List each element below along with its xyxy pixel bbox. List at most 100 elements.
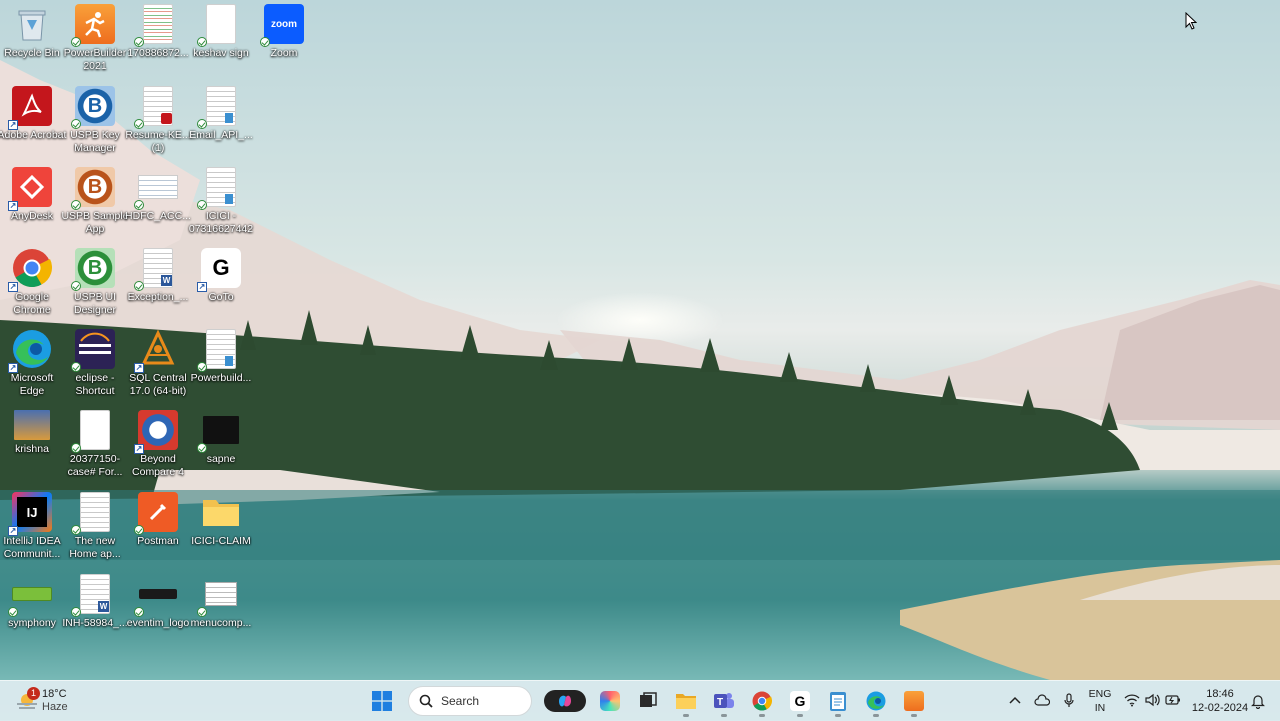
- sync-status-icon: [134, 607, 144, 617]
- battery-charging-icon[interactable]: [1165, 694, 1181, 706]
- postman-icon: [134, 492, 178, 535]
- desktop-icon-label: Zoom: [270, 47, 298, 59]
- desktop-icon-label: SQL Central 17.0 (64-bit): [129, 372, 187, 397]
- desktop-icon-label: Microsoft Edge: [10, 372, 54, 397]
- desktop-icon-goto[interactable]: G ↗ GoTo: [189, 248, 253, 304]
- desktop-icon-powerbuilder-2021[interactable]: PowerBuilder 2021: [63, 4, 127, 73]
- desktop-icon-zoom[interactable]: zoom Zoom: [252, 4, 316, 60]
- copilot-button[interactable]: [542, 685, 588, 717]
- notepad-taskbar-button[interactable]: [822, 685, 854, 717]
- sync-status-icon: [71, 200, 81, 210]
- desktop-icon-sapne[interactable]: sapne: [189, 410, 253, 466]
- chevron-up-icon[interactable]: [1009, 695, 1021, 705]
- desktop-icon-label: Beyond Compare 4: [132, 453, 184, 478]
- text-document-icon: [197, 86, 241, 129]
- text-document-icon: [197, 329, 241, 372]
- running-indicator: [797, 714, 803, 717]
- shortcut-arrow-icon: ↗: [8, 363, 18, 373]
- task-view-button[interactable]: [632, 685, 664, 717]
- sql-central-icon: ↗: [134, 329, 178, 373]
- desktop-icon-20377150-case[interactable]: 20377150-case# For...: [63, 410, 127, 479]
- desktop-icon-microsoft-edge[interactable]: ↗ Microsoft Edge: [0, 329, 64, 398]
- volume-icon[interactable]: [1145, 693, 1161, 707]
- desktop-icon-exception[interactable]: W Exception_...: [126, 248, 190, 304]
- sync-status-icon: [260, 37, 270, 47]
- word-document-icon: W: [134, 248, 178, 291]
- chrome-taskbar-button[interactable]: [746, 685, 778, 717]
- sync-status-icon: [134, 37, 144, 47]
- desktop-icon-krishna[interactable]: krishna: [0, 410, 64, 456]
- goto-taskbar-button[interactable]: G: [784, 685, 816, 717]
- desktop-icon-label: IntelliJ IDEA Communit...: [3, 535, 61, 560]
- taskbar-search-box[interactable]: Search: [408, 686, 532, 716]
- desktop-icon-label: USPB Key Manager: [70, 129, 120, 154]
- sync-status-icon: [134, 119, 144, 129]
- text-document-icon: [197, 167, 241, 210]
- desktop-icon-170886872[interactable]: 170886872...: [126, 4, 190, 60]
- desktop-icon-icici-07316627442[interactable]: ICICI - 07316627442: [189, 167, 253, 236]
- desktop-icon-icici-claim[interactable]: ICICI-CLAIM: [189, 492, 253, 548]
- chrome-icon: [752, 691, 772, 711]
- desktop-icon-recycle-bin[interactable]: Recycle Bin: [0, 4, 64, 60]
- windows-start-icon: [372, 691, 392, 711]
- desktop-icon-adobe-acrobat[interactable]: ↗ Adobe Acrobat: [0, 86, 66, 142]
- onedrive-cloud-icon[interactable]: [1034, 694, 1050, 706]
- desktop-icon-anydesk[interactable]: ↗ AnyDesk: [0, 167, 64, 223]
- desktop-icon-label: keshav sign: [193, 47, 249, 59]
- taskbar: 1 18°C Haze Search T G ENG IN 18:46 12-0…: [0, 680, 1280, 721]
- desktop-icon-hdfc-acc[interactable]: HDFC_ACC...: [125, 167, 191, 223]
- microphone-icon[interactable]: [1063, 693, 1075, 709]
- desktop-icon-google-chrome[interactable]: ↗ Google Chrome: [0, 248, 64, 317]
- sync-status-icon: [197, 607, 207, 617]
- desktop-icon-label: symphony: [8, 617, 56, 629]
- start-button[interactable]: [366, 685, 398, 717]
- desktop-icon-email-api[interactable]: Email_API_...: [189, 86, 253, 142]
- desktop-icon-keshav-sign[interactable]: keshav sign: [189, 4, 253, 60]
- desktop-icon-inh-58984[interactable]: W INH-58984_...: [62, 574, 128, 630]
- desktop-icon-uspb-key-manager[interactable]: B USPB Key Manager: [63, 86, 127, 155]
- photoshop-icon: [600, 691, 620, 711]
- desktop-icon-beyond-compare-4[interactable]: ↗ Beyond Compare 4: [126, 410, 190, 479]
- document-icon: [197, 4, 241, 47]
- desktop-icon-the-new-home-ap[interactable]: The new Home ap...: [63, 492, 127, 561]
- sync-status-icon: [71, 525, 81, 535]
- zoom-icon: zoom: [260, 4, 304, 47]
- sync-status-icon: [134, 281, 144, 291]
- image-thumbnail-icon: [134, 167, 178, 210]
- clock-date: 12-02-2024: [1191, 702, 1249, 714]
- desktop-icon-symphony[interactable]: symphony: [0, 574, 64, 630]
- desktop-icon-eventim-logo[interactable]: eventim_logo: [126, 574, 190, 630]
- notification-bell-icon[interactable]: [1251, 693, 1265, 709]
- desktop-icon-eclipse-shortcut[interactable]: eclipse - Shortcut: [63, 329, 127, 398]
- powerbuilder-taskbar-button[interactable]: [898, 685, 930, 717]
- shortcut-arrow-icon: ↗: [8, 120, 18, 130]
- desktop-icon-menucomp[interactable]: menucomp...: [189, 574, 253, 630]
- shortcut-arrow-icon: ↗: [134, 363, 144, 373]
- mouse-cursor-icon: [1185, 12, 1197, 30]
- weather-widget[interactable]: 1 18°C Haze: [16, 687, 116, 715]
- desktop-icon-label: krishna: [15, 443, 49, 455]
- sync-status-icon: [71, 607, 81, 617]
- photoshop-express-button[interactable]: [594, 685, 626, 717]
- document-icon: [71, 410, 115, 453]
- desktop-icon-uspb-sample-app[interactable]: B USPB Sample App: [61, 167, 129, 236]
- desktop-icon-powerbuild[interactable]: Powerbuild...: [189, 329, 253, 385]
- file-explorer-button[interactable]: [670, 685, 702, 717]
- pdf-document-icon: [134, 86, 178, 129]
- desktop-icon-sql-central[interactable]: ↗ SQL Central 17.0 (64-bit): [126, 329, 190, 398]
- desktop-icon-postman[interactable]: Postman: [126, 492, 190, 548]
- sync-status-icon: [71, 281, 81, 291]
- image-thumbnail-icon: [8, 574, 52, 617]
- language-indicator[interactable]: ENG IN: [1088, 687, 1112, 715]
- desktop-icon-uspb-ui-designer[interactable]: B USPB UI Designer: [63, 248, 127, 317]
- taskbar-clock[interactable]: 18:46 12-02-2024: [1190, 687, 1250, 715]
- wifi-icon[interactable]: [1124, 693, 1140, 707]
- weather-condition: Haze: [42, 701, 68, 713]
- desktop-icon-resume-ke[interactable]: Resume-KE... (1): [125, 86, 191, 155]
- weather-temperature: 18°C: [42, 688, 67, 700]
- teams-button[interactable]: T: [708, 685, 740, 717]
- edge-taskbar-button[interactable]: [860, 685, 892, 717]
- desktop-icon-intellij-idea[interactable]: IJ ↗ IntelliJ IDEA Communit...: [0, 492, 64, 561]
- clock-time: 18:46: [1206, 688, 1234, 700]
- anydesk-icon: ↗: [8, 167, 52, 211]
